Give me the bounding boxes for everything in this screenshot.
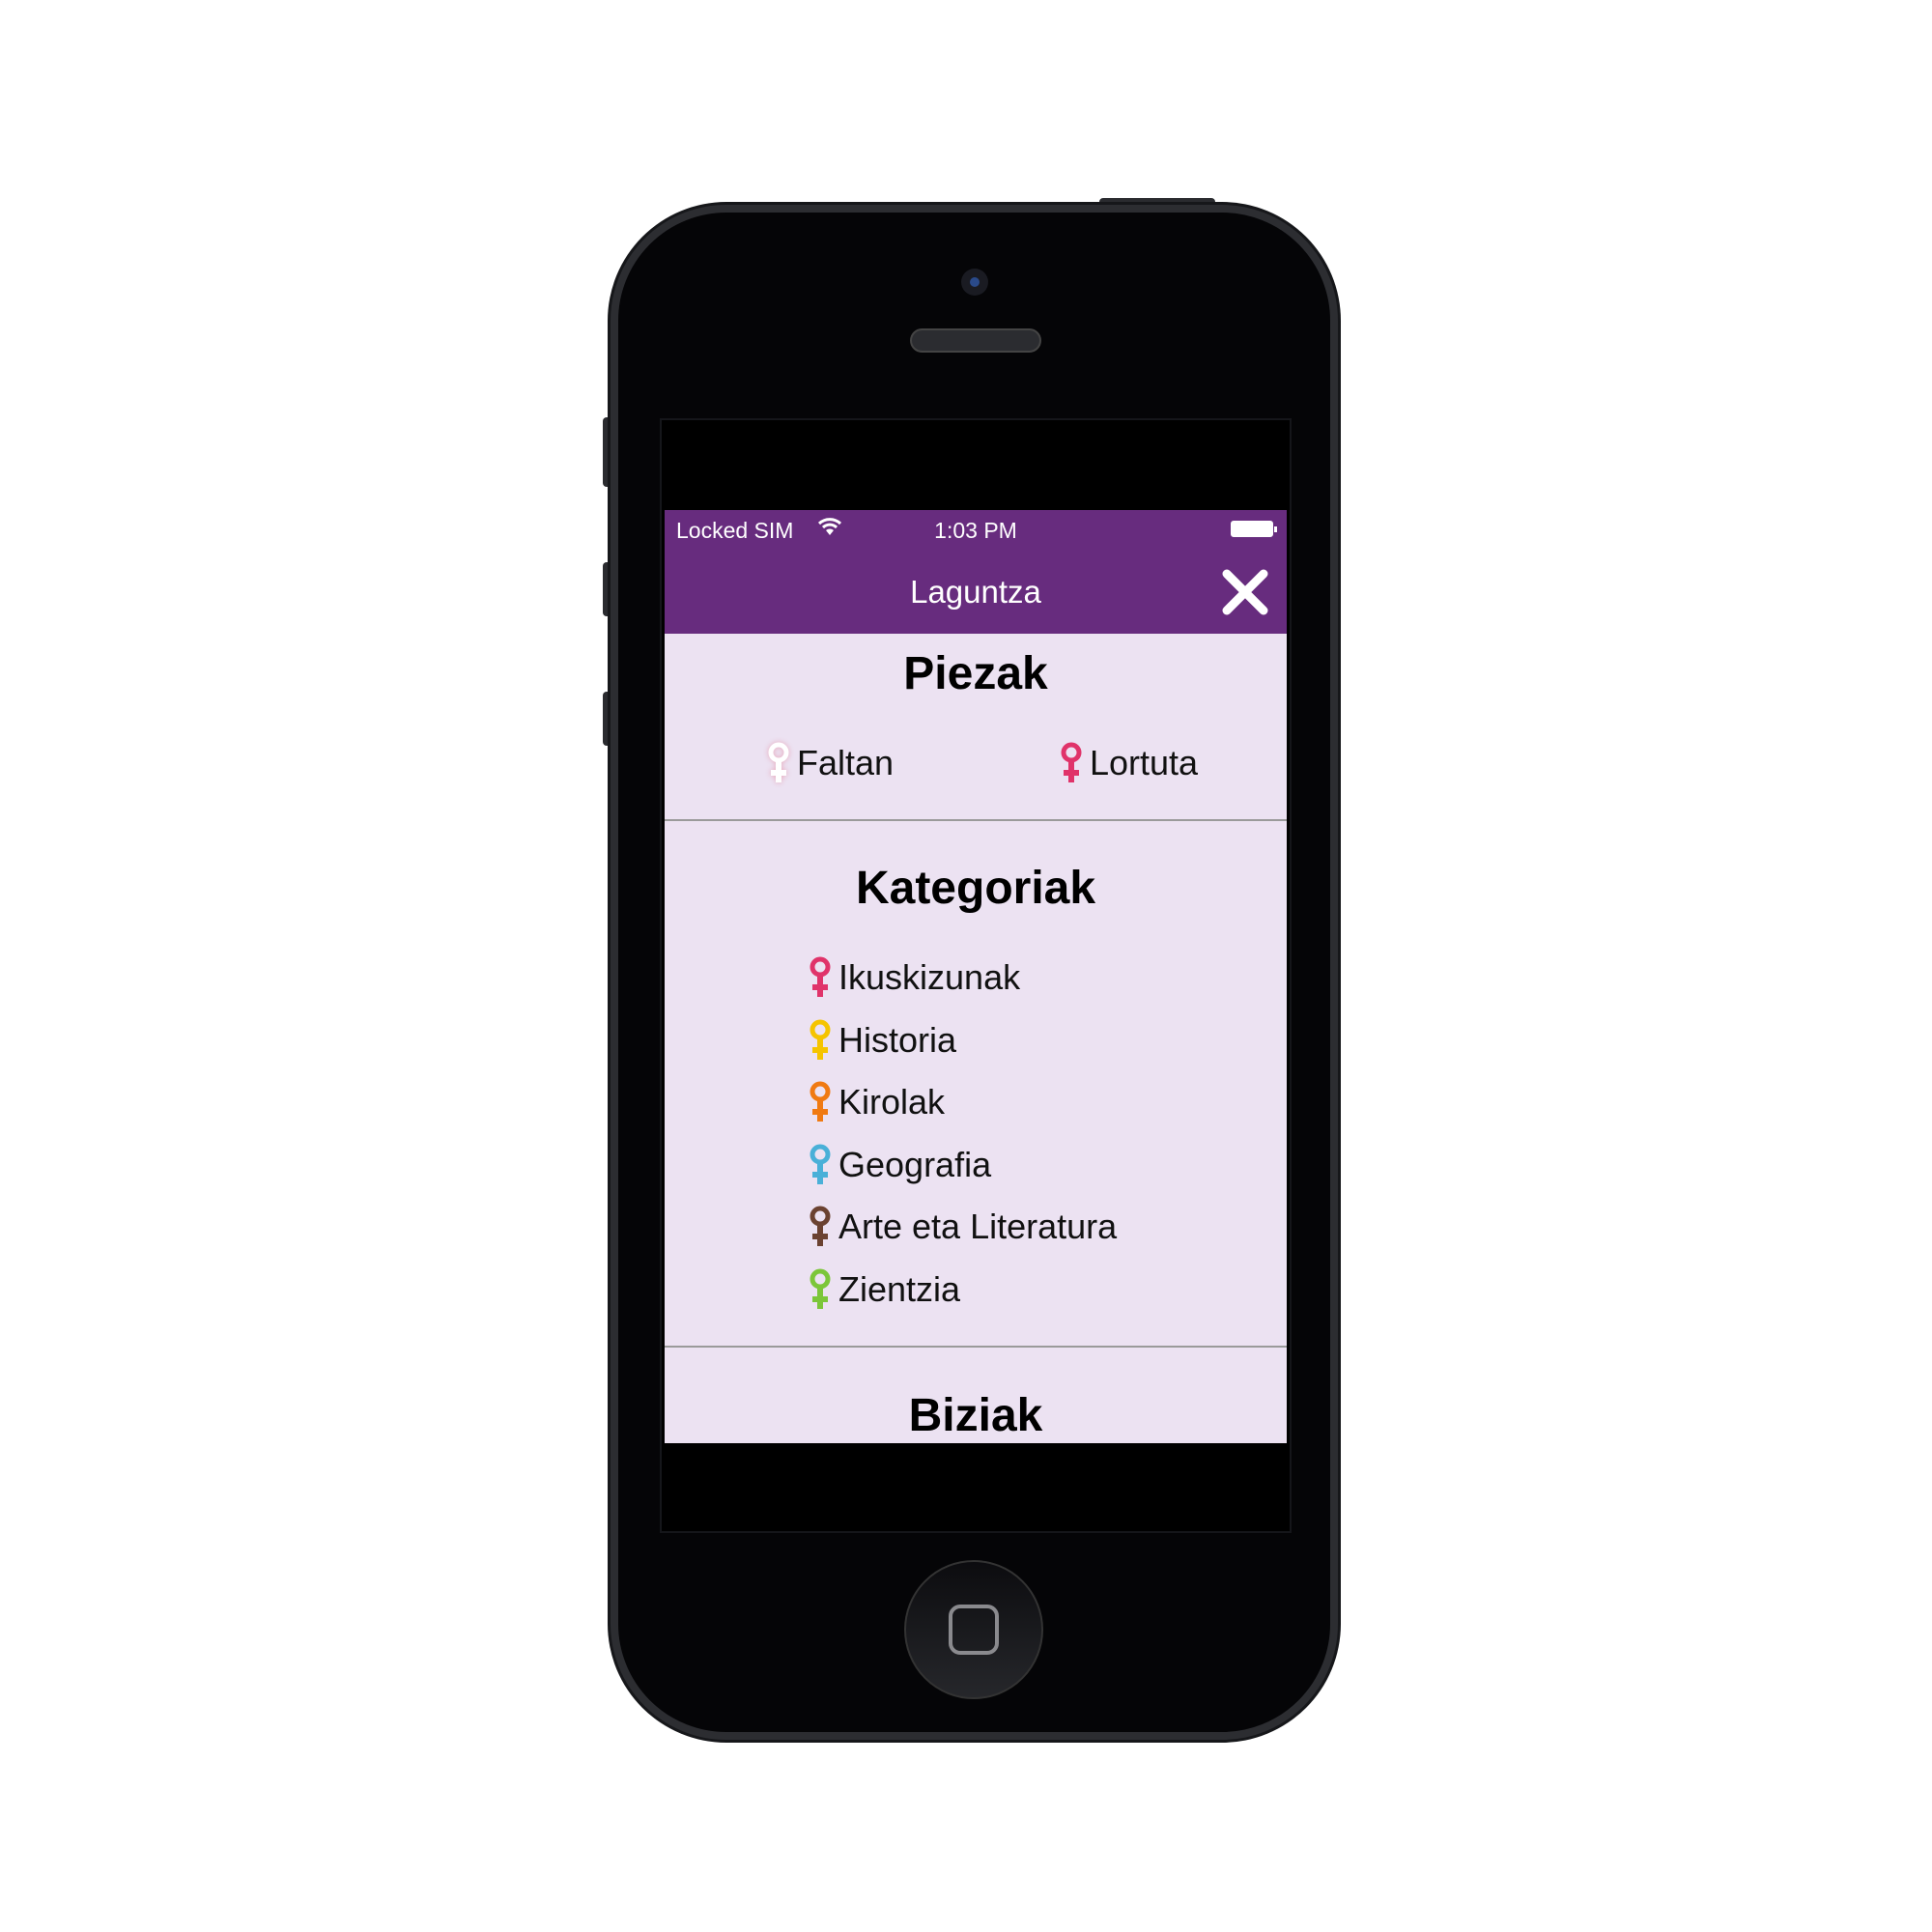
category-label: Arte eta Literatura (838, 1207, 1118, 1246)
legend-obtained: Lortuta (1059, 742, 1198, 784)
category-piece-icon (810, 1206, 831, 1246)
clock: 1:03 PM (934, 518, 1017, 543)
category-label: Zientzia (838, 1268, 961, 1309)
close-icon (1222, 569, 1268, 615)
category-label: Ikuskizunak (838, 957, 1021, 997)
piece-obtained-icon (1061, 742, 1082, 782)
piece-missing-icon (768, 742, 789, 782)
category-piece-icon (810, 1268, 831, 1309)
section-divider (665, 819, 1287, 821)
category-label: Geografia (838, 1144, 992, 1184)
pieces-heading: Piezak (903, 648, 1048, 699)
category-label: Historia (838, 1019, 957, 1060)
category-item-history: Historia (808, 1019, 956, 1062)
category-item-geography: Geografia (808, 1144, 991, 1186)
front-camera (961, 269, 988, 296)
app-screen: Locked SIM 1:03 PM Laguntza Piezak Falta… (665, 510, 1287, 1443)
category-item-science: Zientzia (808, 1268, 960, 1311)
close-button[interactable] (1221, 568, 1269, 616)
category-label: Kirolak (838, 1082, 946, 1122)
lives-heading: Biziak (908, 1390, 1043, 1441)
category-item-performances: Ikuskizunak (808, 956, 1020, 999)
earpiece-speaker (910, 328, 1041, 353)
home-button[interactable] (904, 1560, 1043, 1699)
category-piece-icon (810, 1019, 831, 1060)
legend-missing: Faltan (766, 742, 894, 784)
legend-obtained-label: Lortuta (1090, 743, 1199, 782)
page-title: Laguntza (910, 574, 1041, 610)
section-divider (665, 1346, 1287, 1348)
category-item-art-literature: Arte eta Literatura (808, 1206, 1117, 1248)
battery-icon (1231, 521, 1277, 537)
legend-missing-label: Faltan (797, 743, 895, 782)
category-piece-icon (810, 1081, 831, 1122)
navigation-bar: Laguntza (665, 551, 1287, 634)
category-piece-icon (810, 956, 831, 997)
categories-heading: Kategoriak (855, 863, 1096, 914)
category-piece-icon (810, 1144, 831, 1184)
status-bar: Locked SIM 1:03 PM (665, 510, 1287, 551)
category-item-sports: Kirolak (808, 1081, 945, 1123)
